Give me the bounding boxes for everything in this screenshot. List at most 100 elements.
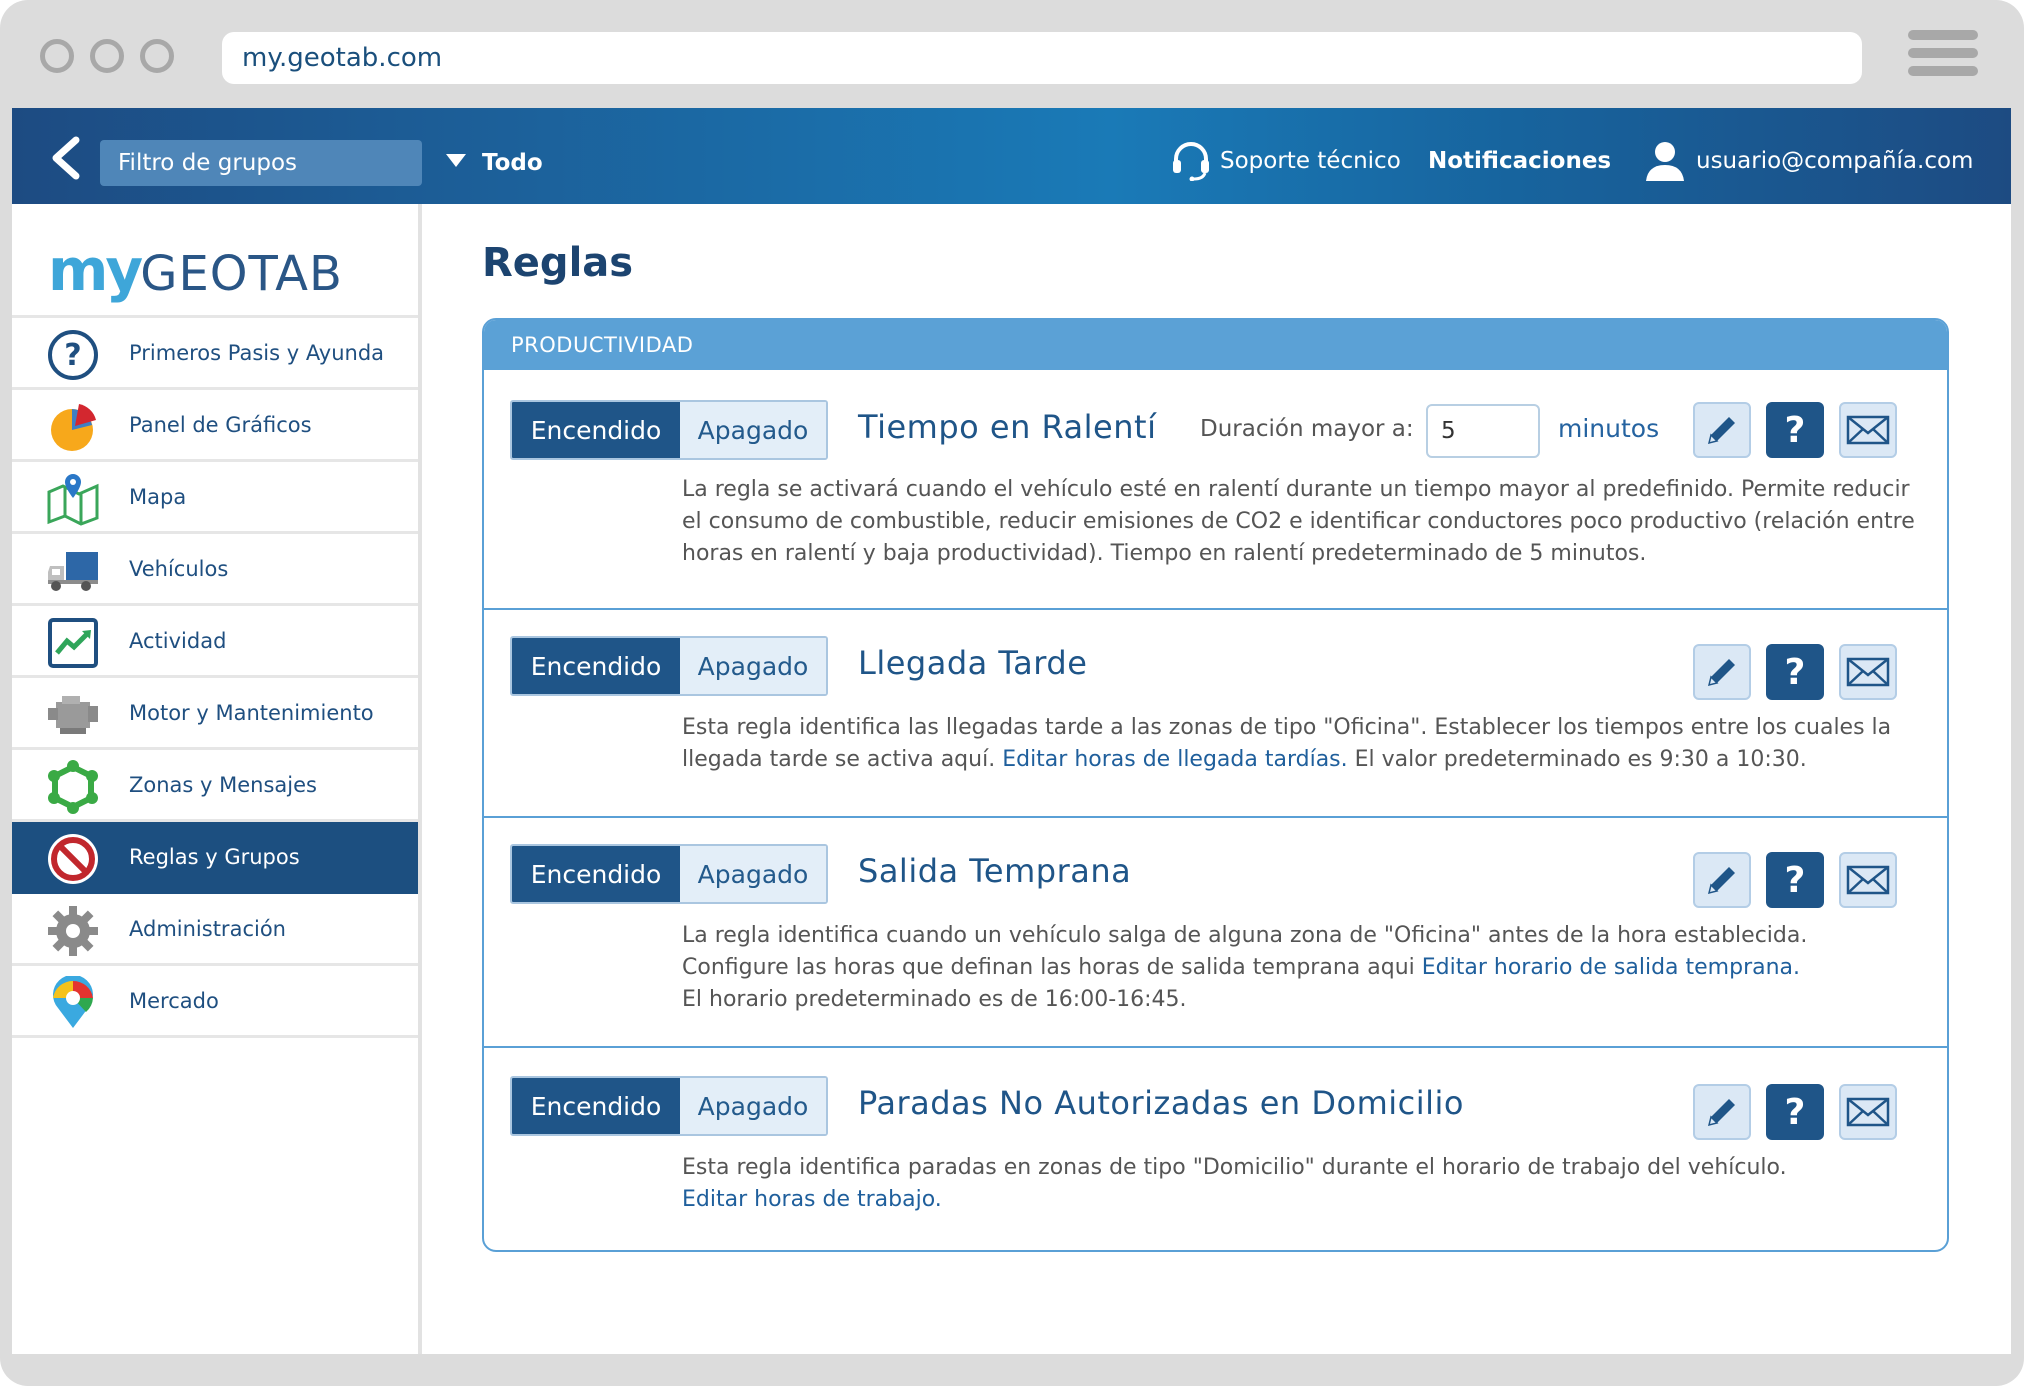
duration-unit: minutos [1558, 414, 1660, 443]
help-button[interactable]: ? [1766, 852, 1824, 908]
rule-late-arrival: Encendido Apagado Llegada Tarde ? Esta r… [484, 610, 1947, 818]
main-content: Reglas PRODUCTIVIDAD Encendido Apagado T… [432, 204, 2011, 1354]
email-button[interactable] [1839, 852, 1897, 908]
section-header: PRODUCTIVIDAD [484, 320, 1947, 370]
rule-toggle[interactable]: Encendido Apagado [510, 636, 828, 696]
notifications-link[interactable]: Notificaciones [1428, 138, 1611, 184]
email-button[interactable] [1839, 402, 1897, 458]
sidebar-item-zones[interactable]: Zonas y Mensajes [12, 750, 418, 822]
user-menu[interactable]: usuario@compañía.com [1644, 138, 1973, 184]
question-icon: ? [1784, 409, 1806, 451]
user-email: usuario@compañía.com [1696, 148, 1974, 174]
rules-panel: PRODUCTIVIDAD Encendido Apagado Tiempo e… [482, 318, 1949, 1252]
rule-title: Salida Temprana [858, 852, 1132, 890]
pencil-icon [1707, 659, 1735, 687]
top-bar: Filtro de grupos Todo Soporte técnico No… [12, 108, 2011, 204]
window-dot-close[interactable] [40, 39, 74, 73]
help-button[interactable]: ? [1766, 1084, 1824, 1140]
window-dot-minimize[interactable] [90, 39, 124, 73]
toggle-on-button[interactable]: Encendido [512, 402, 680, 458]
prohibited-icon [48, 834, 98, 884]
rule-home-stops: Encendido Apagado Paradas No Autorizadas… [484, 1048, 1947, 1250]
truck-icon [48, 552, 98, 591]
email-button[interactable] [1839, 644, 1897, 700]
sidebar-item-admin[interactable]: Administración [12, 894, 418, 966]
app: Filtro de grupos Todo Soporte técnico No… [12, 108, 2011, 1354]
page-title: Reglas [482, 240, 634, 286]
rule-early-departure: Encendido Apagado Salida Temprana ? La r… [484, 818, 1947, 1048]
toggle-off-button[interactable]: Apagado [680, 638, 826, 694]
group-dropdown[interactable]: Todo [446, 140, 543, 186]
edit-early-departure-link[interactable]: Editar horario de salida temprana. [1422, 955, 1800, 980]
activity-chart-icon [48, 618, 98, 668]
browser-window: my.geotab.com Filtro de grupos Todo Sopo… [0, 0, 2024, 1386]
question-icon: ? [1784, 1091, 1806, 1133]
help-button[interactable]: ? [1766, 644, 1824, 700]
zone-icon [48, 760, 98, 814]
envelope-icon [1846, 865, 1890, 895]
user-icon [1646, 141, 1684, 181]
envelope-icon [1846, 657, 1890, 687]
support-label: Soporte técnico [1220, 148, 1401, 174]
pencil-icon [1707, 1099, 1735, 1127]
toggle-on-button[interactable]: Encendido [512, 638, 680, 694]
help-button[interactable]: ? [1766, 402, 1824, 458]
rule-toggle[interactable]: Encendido Apagado [510, 1076, 828, 1136]
window-dot-maximize[interactable] [140, 39, 174, 73]
duration-input[interactable] [1426, 404, 1540, 458]
gear-icon [48, 906, 98, 956]
rule-title: Paradas No Autorizadas en Domicilio [858, 1084, 1464, 1122]
rule-description: La regla se activará cuando el vehículo … [682, 477, 1915, 566]
engine-icon [48, 696, 98, 734]
browser-menu-icon[interactable] [1908, 30, 1978, 86]
rule-description: Esta regla identifica las llegadas tarde… [682, 715, 1892, 772]
back-arrow-icon[interactable] [48, 136, 88, 180]
sidebar-item-engine[interactable]: Motor y Mantenimiento [12, 678, 418, 750]
help-circle-icon: ? [48, 330, 98, 380]
dropdown-triangle-icon [446, 154, 466, 167]
toggle-off-button[interactable]: Apagado [680, 846, 826, 902]
group-filter-input[interactable]: Filtro de grupos [100, 140, 422, 186]
pie-chart-icon [51, 404, 96, 451]
edit-button[interactable] [1693, 402, 1751, 458]
sidebar-item-marketplace[interactable]: Mercado [12, 966, 418, 1038]
svg-text:?: ? [64, 338, 81, 373]
email-button[interactable] [1839, 1084, 1897, 1140]
edit-late-arrival-link[interactable]: Editar horas de llegada tardías. [1002, 747, 1347, 772]
rule-idle-time: Encendido Apagado Tiempo en Ralentí Dura… [484, 370, 1947, 610]
question-icon: ? [1784, 859, 1806, 901]
group-value: Todo [482, 150, 543, 176]
toggle-on-button[interactable]: Encendido [512, 846, 680, 902]
edit-button[interactable] [1693, 644, 1751, 700]
edit-button[interactable] [1693, 852, 1751, 908]
edit-button[interactable] [1693, 1084, 1751, 1140]
pencil-icon [1707, 867, 1735, 895]
edit-work-hours-link[interactable]: Editar horas de trabajo. [682, 1187, 942, 1212]
mygeotab-logo[interactable]: myGEOTAB [12, 204, 418, 318]
sidebar-item-help[interactable]: ? Primeros Pasis y Ayunda [12, 318, 418, 390]
rule-description: La regla identifica cuando un vehículo s… [682, 923, 1808, 1012]
toggle-off-button[interactable]: Apagado [680, 1078, 826, 1134]
toggle-off-button[interactable]: Apagado [680, 402, 826, 458]
duration-label: Duración mayor a: [1200, 416, 1414, 442]
marketplace-pin-icon [53, 976, 93, 1028]
sidebar: myGEOTAB ? Primeros Pasis y Ayunda Panel… [12, 204, 422, 1354]
sidebar-item-activity[interactable]: Actividad [12, 606, 418, 678]
sidebar-item-dashboard[interactable]: Panel de Gráficos [12, 390, 418, 462]
support-link[interactable]: Soporte técnico [1170, 138, 1401, 184]
browser-chrome: my.geotab.com [0, 0, 2024, 108]
question-icon: ? [1784, 651, 1806, 693]
map-icon [47, 474, 99, 526]
rule-toggle[interactable]: Encendido Apagado [510, 400, 828, 460]
url-bar[interactable]: my.geotab.com [222, 32, 1862, 84]
sidebar-item-rules[interactable]: Reglas y Grupos [12, 822, 418, 894]
rule-toggle[interactable]: Encendido Apagado [510, 844, 828, 904]
rule-title: Tiempo en Ralentí [858, 408, 1157, 446]
rule-description: Esta regla identifica paradas en zonas d… [682, 1155, 1787, 1212]
headset-icon [1173, 141, 1209, 181]
envelope-icon [1846, 1097, 1890, 1127]
sidebar-item-map[interactable]: Mapa [12, 462, 418, 534]
pencil-icon [1707, 417, 1735, 445]
sidebar-item-vehicles[interactable]: Vehículos [12, 534, 418, 606]
toggle-on-button[interactable]: Encendido [512, 1078, 680, 1134]
